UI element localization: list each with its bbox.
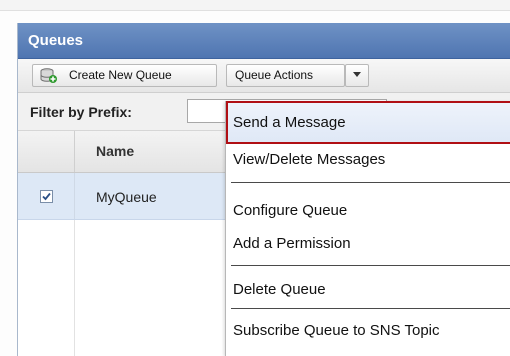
create-new-queue-button[interactable]: Create New Queue <box>32 64 217 87</box>
menu-item-send-message[interactable]: Send a Message <box>226 101 510 144</box>
menu-separator <box>231 182 510 183</box>
filter-label: Filter by Prefix: <box>30 104 132 120</box>
row-checkbox[interactable] <box>40 190 53 203</box>
menu-item-view-delete-messages[interactable]: View/Delete Messages <box>226 146 510 176</box>
top-border <box>0 0 510 11</box>
toolbar: Create New Queue Queue Actions <box>18 59 510 93</box>
menu-separator <box>231 308 510 309</box>
menu-item-subscribe-sns[interactable]: Subscribe Queue to SNS Topic <box>226 316 510 346</box>
name-column-header[interactable]: Name <box>96 143 134 159</box>
column-divider <box>74 220 75 356</box>
menu-separator <box>231 265 510 266</box>
queue-actions-dropdown-button[interactable] <box>345 64 369 87</box>
checkmark-icon <box>42 192 51 201</box>
panel-header: Queues <box>18 23 510 59</box>
panel-title: Queues <box>28 32 84 49</box>
row-divider <box>74 173 75 219</box>
queue-actions-label: Queue Actions <box>235 68 314 82</box>
select-column-header[interactable] <box>18 131 75 172</box>
create-new-queue-label: Create New Queue <box>69 68 172 82</box>
menu-item-configure-queue[interactable]: Configure Queue <box>226 196 510 226</box>
database-add-icon <box>40 68 58 83</box>
menu-item-delete-queue[interactable]: Delete Queue <box>226 275 510 305</box>
queue-actions-menu: Send a Message View/Delete Messages Conf… <box>225 101 510 356</box>
menu-item-add-permission[interactable]: Add a Permission <box>226 229 510 259</box>
queue-name-cell: MyQueue <box>96 189 157 205</box>
queue-actions-button[interactable]: Queue Actions <box>226 64 345 87</box>
chevron-down-icon <box>353 72 361 78</box>
aws-console-frame: Queues Create New Queue Queue Actions Fi… <box>0 0 510 356</box>
